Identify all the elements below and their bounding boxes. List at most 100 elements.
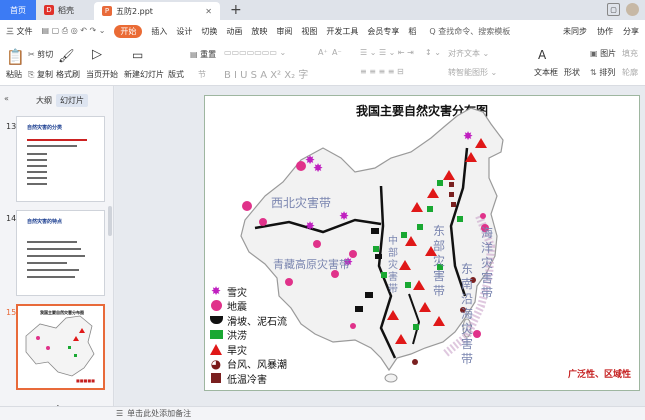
convert-smartart-button[interactable]: 转智能图形 ⌄ <box>448 67 497 78</box>
font-style-buttons[interactable]: B I U S A X² X₂ 字 <box>224 66 308 81</box>
current-slide[interactable]: 我国主要自然灾害分布图 ✸ ✸ ✸ ✸ ✸ ✸ 西北灾害带 青藏高原灾害带 中 … <box>204 95 640 391</box>
arrange-label: 排列 <box>599 68 616 77</box>
thumb-line <box>27 153 47 155</box>
section-button[interactable]: 节 <box>198 69 206 80</box>
slide-number-13: 13 <box>6 122 17 131</box>
format-painter-icon[interactable]: 🖌 <box>58 49 75 64</box>
thumb-line <box>27 177 47 179</box>
new-slide-button[interactable]: 新建幻灯片 <box>124 69 164 80</box>
menu-developer[interactable]: 开发工具 <box>326 26 358 37</box>
paste-button[interactable]: 粘贴 <box>6 69 22 80</box>
menu-insert[interactable]: 插入 <box>151 26 167 37</box>
menu-right-actions: 未同步 协作 分享 <box>563 26 639 37</box>
flood-marker <box>417 224 423 230</box>
earthquake-marker <box>480 213 486 219</box>
earthquake-marker <box>242 201 252 211</box>
new-tab-icon[interactable]: + <box>230 2 242 18</box>
file-menu[interactable]: 三 文件 <box>6 26 33 37</box>
menu-design[interactable]: 设计 <box>176 26 192 37</box>
slide-thumbnail-13[interactable]: 自然灾害的分类 <box>16 116 105 202</box>
copy-button[interactable]: ⎘ 复制 <box>28 69 53 80</box>
slide-thumbnail-14[interactable]: 自然灾害的特点 <box>16 210 105 296</box>
notes-placeholder[interactable]: 单击此处添加备注 <box>127 408 191 419</box>
play-icon[interactable]: ▷ <box>92 47 102 62</box>
align-text-button[interactable]: 对齐文本 ⌄ <box>448 48 489 59</box>
menu-review[interactable]: 审阅 <box>276 26 292 37</box>
align-buttons[interactable]: ≡ ≡ ≡ ≡ ⊟ <box>360 67 404 76</box>
list-buttons[interactable]: ☰ ⌄ ☰ ⌄ ⇤ ⇥ <box>360 48 414 57</box>
play-from-current-button[interactable]: 当页开始 <box>86 69 118 80</box>
sync-status[interactable]: 未同步 <box>563 26 587 37</box>
ppt-file-icon: P <box>102 6 112 16</box>
thumb-line <box>27 139 87 141</box>
paste-icon[interactable]: 📋 <box>6 48 25 66</box>
cut-label: 剪切 <box>37 50 54 59</box>
cut-button[interactable]: ✂ 剪切 <box>28 49 53 60</box>
tab-home[interactable]: 首页 <box>0 0 36 20</box>
close-tab-icon[interactable]: ✕ <box>205 7 212 16</box>
fill-button[interactable]: 填充 <box>622 48 638 59</box>
layout-icon[interactable]: ▢ <box>607 3 620 16</box>
cold-marker <box>449 182 454 187</box>
line-spacing-button[interactable]: ↕ ⌄ <box>425 48 441 57</box>
thumb-line <box>27 145 77 147</box>
slide-thumbnail-15[interactable]: 我国主要自然灾害分布图 ■■■■■ <box>16 304 105 390</box>
tab-slides[interactable]: 幻灯片 <box>56 94 88 107</box>
flood-marker <box>427 206 433 212</box>
snow-marker: ✸ <box>339 209 349 223</box>
format-painter-button[interactable]: 格式刷 <box>56 69 80 80</box>
cold-marker <box>449 192 454 197</box>
thumb-line <box>27 269 79 271</box>
region-char: 海 <box>461 307 474 321</box>
menu-more[interactable]: 稻 <box>408 26 416 37</box>
earthquake-marker <box>350 323 356 329</box>
menu-member[interactable]: 会员专享 <box>367 26 399 37</box>
convert-smartart-label: 转智能图形 <box>448 68 488 77</box>
new-slide-icon[interactable]: ▭ <box>132 48 143 62</box>
thumb-line <box>27 159 47 161</box>
picture-button[interactable]: ▣ 图片 <box>590 48 616 59</box>
region-char: 害 <box>481 271 494 285</box>
triangle-icon <box>208 343 224 355</box>
textbox-icon[interactable]: A <box>538 48 546 62</box>
outline-button[interactable]: 轮廓 <box>622 67 638 78</box>
command-search[interactable]: Q 查找命令、搜索模板 <box>429 26 510 37</box>
flood-marker <box>373 246 379 252</box>
share-button[interactable]: 分享 <box>623 26 639 37</box>
shape-button[interactable]: 形状 <box>564 67 580 78</box>
collapse-panel-icon[interactable]: « <box>4 94 9 103</box>
avatar[interactable] <box>626 3 639 16</box>
menu-animation[interactable]: 动画 <box>226 26 242 37</box>
reset-button[interactable]: ▤ 重置 <box>190 49 216 60</box>
square-icon <box>208 372 224 384</box>
menu-transition[interactable]: 切换 <box>201 26 217 37</box>
font-name-select[interactable]: ▭▭▭▭▭▭▭ ⌄ <box>224 48 286 57</box>
quick-icons: ▤ ▢ ⎙ ◎ ↶ ↷ ⌄ <box>41 26 106 35</box>
cold-marker <box>451 202 456 207</box>
legend-label: 洪涝 <box>227 331 247 343</box>
panel-tabs: « 大纲 幻灯片 <box>0 94 114 108</box>
reset-icon: ▤ <box>190 50 198 59</box>
arrange-button[interactable]: ⇅ 排列 <box>590 67 615 78</box>
tab-outline[interactable]: 大纲 <box>36 95 52 106</box>
tab-daoke[interactable]: D 稻壳 <box>36 0 94 20</box>
earthquake-marker <box>259 218 267 226</box>
menu-start[interactable]: 开始 <box>114 24 143 38</box>
tab-document[interactable]: P 五防2.ppt ✕ <box>94 2 220 20</box>
notes-bar[interactable]: ☰ 单击此处添加备注 <box>0 406 645 420</box>
font-size-down-button[interactable]: A⁻ <box>332 48 342 57</box>
textbox-button[interactable]: 文本框 <box>534 67 558 78</box>
font-size-up-button[interactable]: A⁺ <box>318 48 328 57</box>
panel-scrollbar[interactable] <box>108 206 112 236</box>
title-bar: 首页 D 稻壳 P 五防2.ppt ✕ + ▢ <box>0 0 645 20</box>
region-char: 部 <box>388 248 398 259</box>
menu-slideshow[interactable]: 放映 <box>251 26 267 37</box>
menu-bar: 三 文件 ▤ ▢ ⎙ ◎ ↶ ↷ ⌄ 开始 插入 设计 切换 动画 放映 审阅 … <box>0 20 645 42</box>
collaborate-button[interactable]: 协作 <box>597 26 613 37</box>
layout-button[interactable]: 版式 <box>168 69 184 80</box>
legend-label: 低温冷害 <box>227 374 267 386</box>
map-legend: ✸ 雪灾 地震 滑坡、泥石流 洪涝 旱灾 ◕ 台风、风暴潮 低温冷害 <box>208 284 318 386</box>
snow-marker: ✸ <box>463 129 473 143</box>
menu-view[interactable]: 视图 <box>301 26 317 37</box>
star-icon: ✸ <box>210 284 222 299</box>
